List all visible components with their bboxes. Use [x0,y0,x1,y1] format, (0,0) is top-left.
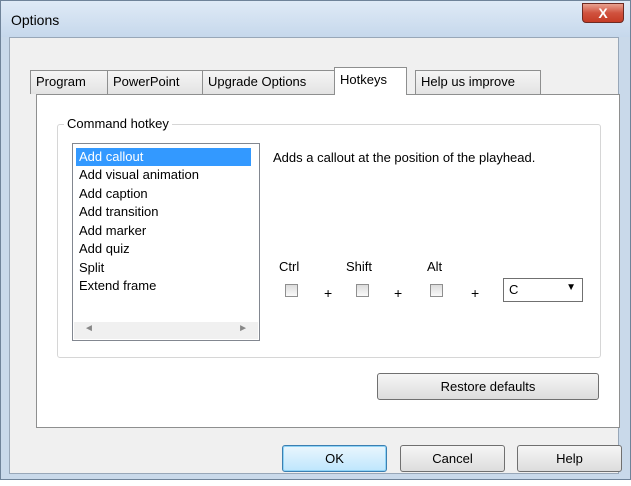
list-item-add-marker[interactable]: Add marker [76,222,146,240]
alt-label: Alt [427,259,443,274]
command-description: Adds a callout at the position of the pl… [273,150,536,165]
cancel-button[interactable]: Cancel [400,445,505,472]
list-item-add-caption[interactable]: Add caption [76,185,148,203]
group-label: Command hotkey [64,116,172,131]
help-button[interactable]: Help [517,445,622,472]
tab-powerpoint[interactable]: PowerPoint [107,70,203,94]
list-item-extend-frame[interactable]: Extend frame [76,277,156,295]
horizontal-scrollbar[interactable]: ◄ ► [74,322,258,339]
ctrl-checkbox[interactable] [285,284,298,297]
scroll-left-icon[interactable]: ◄ [84,323,94,334]
close-button[interactable]: X [582,3,624,23]
plus-sign: + [394,285,403,301]
tab-help-us-improve[interactable]: Help us improve [415,70,541,94]
tab-hotkeys[interactable]: Hotkeys [334,67,407,95]
list-item-split[interactable]: Split [76,259,104,277]
list-item-add-callout[interactable]: Add callout [76,148,251,166]
window-title: Options [11,12,60,28]
plus-sign: + [324,285,333,301]
tab-program[interactable]: Program [30,70,108,94]
shift-label: Shift [346,259,373,274]
ok-button[interactable]: OK [282,445,387,472]
command-list[interactable]: Add callout Add visual animation Add cap… [72,143,260,341]
list-item-add-visual-animation[interactable]: Add visual animation [76,166,199,184]
plus-sign: + [471,285,480,301]
close-icon: X [598,5,608,21]
ctrl-label: Ctrl [279,259,300,274]
alt-checkbox[interactable] [430,284,443,297]
shift-checkbox[interactable] [356,284,369,297]
list-item-add-transition[interactable]: Add transition [76,203,159,221]
scroll-right-icon[interactable]: ► [238,323,248,334]
key-select-value: C [509,282,519,297]
restore-defaults-button[interactable]: Restore defaults [377,373,599,400]
title-bar: Options X [1,1,630,37]
chevron-down-icon[interactable]: ▼ [566,282,576,293]
key-select[interactable]: C ▼ [503,278,583,302]
list-item-add-quiz[interactable]: Add quiz [76,240,130,258]
tab-upgrade-options[interactable]: Upgrade Options [202,70,335,94]
